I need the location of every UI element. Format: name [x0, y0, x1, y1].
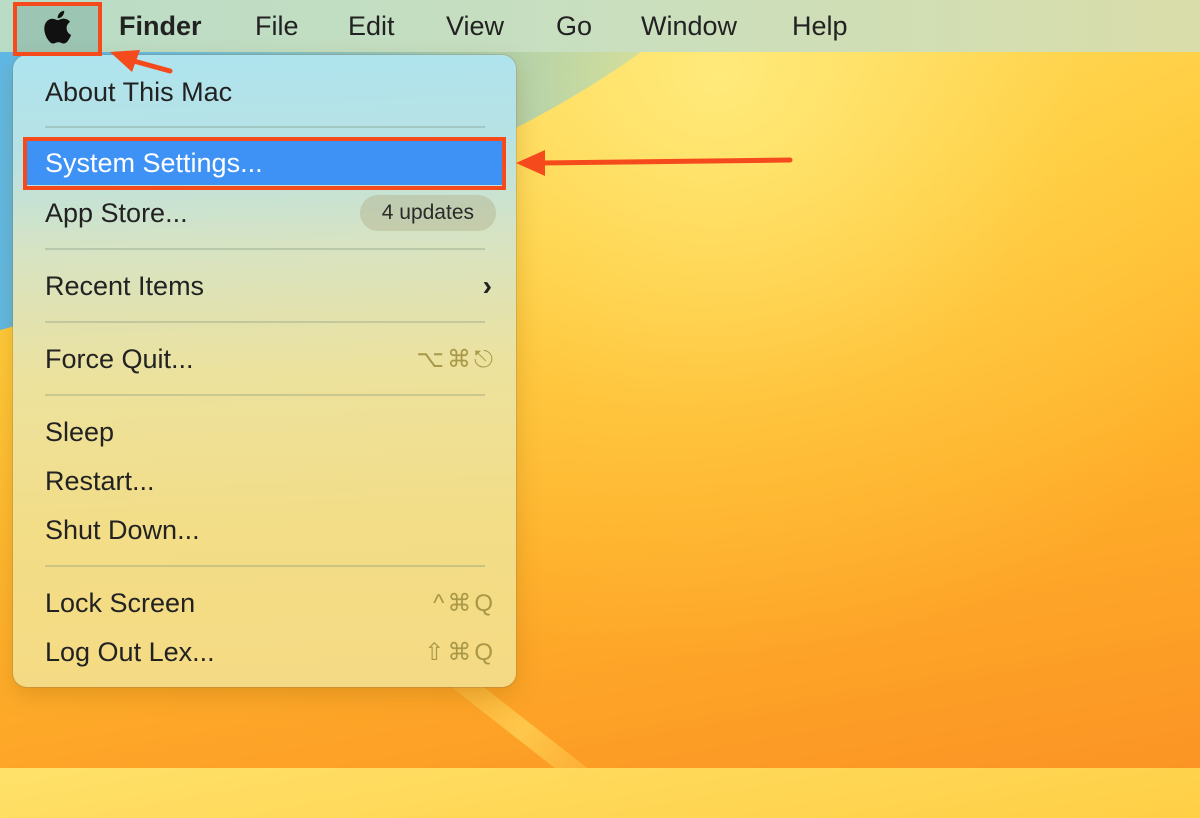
keyboard-shortcut: ⌥⌘⎋ — [416, 345, 496, 373]
menu-separator — [45, 565, 485, 567]
annotation-box-system-settings — [23, 137, 506, 190]
annotation-arrow-system-settings — [516, 150, 793, 176]
updates-badge: 4 updates — [359, 195, 496, 231]
menu-separator — [45, 321, 485, 323]
menu-item-shut-down[interactable]: Shut Down... — [23, 508, 506, 552]
menu-item-label: Recent Items — [45, 270, 205, 301]
menubar-app-name[interactable]: Finder — [119, 10, 202, 42]
menu-item-app-store[interactable]: App Store... 4 updates — [23, 191, 506, 235]
menu-separator — [45, 394, 485, 396]
menu-item-recent-items[interactable]: Recent Items › — [23, 264, 506, 308]
menu-item-sleep[interactable]: Sleep — [23, 410, 506, 454]
menu-item-label: Log Out Lex... — [45, 636, 215, 667]
menu-item-label: About This Mac — [45, 76, 233, 107]
keyboard-shortcut: ^⌘Q — [433, 589, 496, 617]
menu-item-label: Sleep — [45, 416, 115, 447]
menu-item-lock-screen[interactable]: Lock Screen ^⌘Q — [23, 581, 506, 625]
menu-item-about-this-mac[interactable]: About This Mac — [23, 70, 506, 114]
menu-separator — [45, 248, 485, 250]
menu-item-label: Shut Down... — [45, 514, 200, 545]
menu-bar: Finder File Edit View Go Window Help — [0, 0, 1200, 52]
menu-item-force-quit[interactable]: Force Quit... ⌥⌘⎋ — [23, 337, 506, 381]
annotation-box-apple-menu — [13, 2, 102, 56]
menu-item-label: Restart... — [45, 465, 155, 496]
menu-item-label: Lock Screen — [45, 587, 196, 618]
menubar-edit[interactable]: Edit — [348, 10, 395, 42]
menu-item-label: Force Quit... — [45, 343, 194, 374]
menubar-window[interactable]: Window — [641, 10, 737, 42]
menu-item-restart[interactable]: Restart... — [23, 459, 506, 503]
keyboard-shortcut: ⇧⌘Q — [424, 638, 496, 666]
menubar-help[interactable]: Help — [792, 10, 848, 42]
menu-separator — [45, 126, 485, 128]
chevron-right-icon: › — [482, 270, 492, 301]
menu-item-label: App Store... — [45, 197, 188, 228]
menubar-file[interactable]: File — [255, 10, 299, 42]
menubar-view[interactable]: View — [446, 10, 504, 42]
menu-item-log-out[interactable]: Log Out Lex... ⇧⌘Q — [23, 630, 506, 674]
menubar-go[interactable]: Go — [556, 10, 592, 42]
